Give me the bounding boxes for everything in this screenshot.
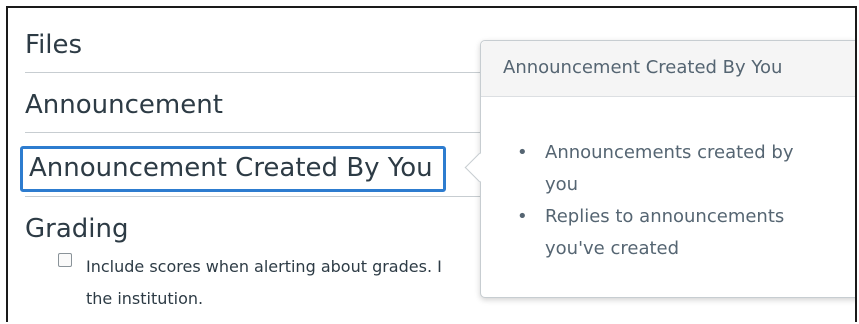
divider (25, 132, 495, 133)
settings-frame: Files Announcement Announcement Created … (6, 6, 857, 322)
popover-list-item: • Replies to announcements you've create… (509, 201, 815, 265)
bullet-icon: • (517, 142, 528, 163)
divider (25, 72, 495, 73)
popover-item-text: Announcements created by you (545, 142, 794, 195)
category-announcement-created-by-you[interactable]: Announcement Created By You (20, 146, 446, 192)
popover-item-text: Replies to announcements you've created (545, 206, 785, 259)
include-scores-label: Include scores when alerting about grade… (86, 257, 442, 276)
popover-title: Announcement Created By You (481, 41, 855, 97)
bullet-icon: • (517, 206, 528, 227)
popover-arrow (464, 152, 495, 183)
category-description-popover: Announcement Created By You • Announceme… (464, 40, 855, 298)
popover-list-item: • Announcements created by you (509, 137, 815, 201)
category-announcement[interactable]: Announcement (25, 92, 505, 118)
category-grading: Grading (25, 214, 129, 244)
include-scores-checkbox[interactable] (58, 253, 72, 267)
category-files[interactable]: Files (25, 32, 505, 58)
popover-list: • Announcements created by you • Replies… (509, 137, 815, 265)
divider (25, 196, 495, 197)
include-scores-label-continued: the institution. (86, 289, 204, 308)
